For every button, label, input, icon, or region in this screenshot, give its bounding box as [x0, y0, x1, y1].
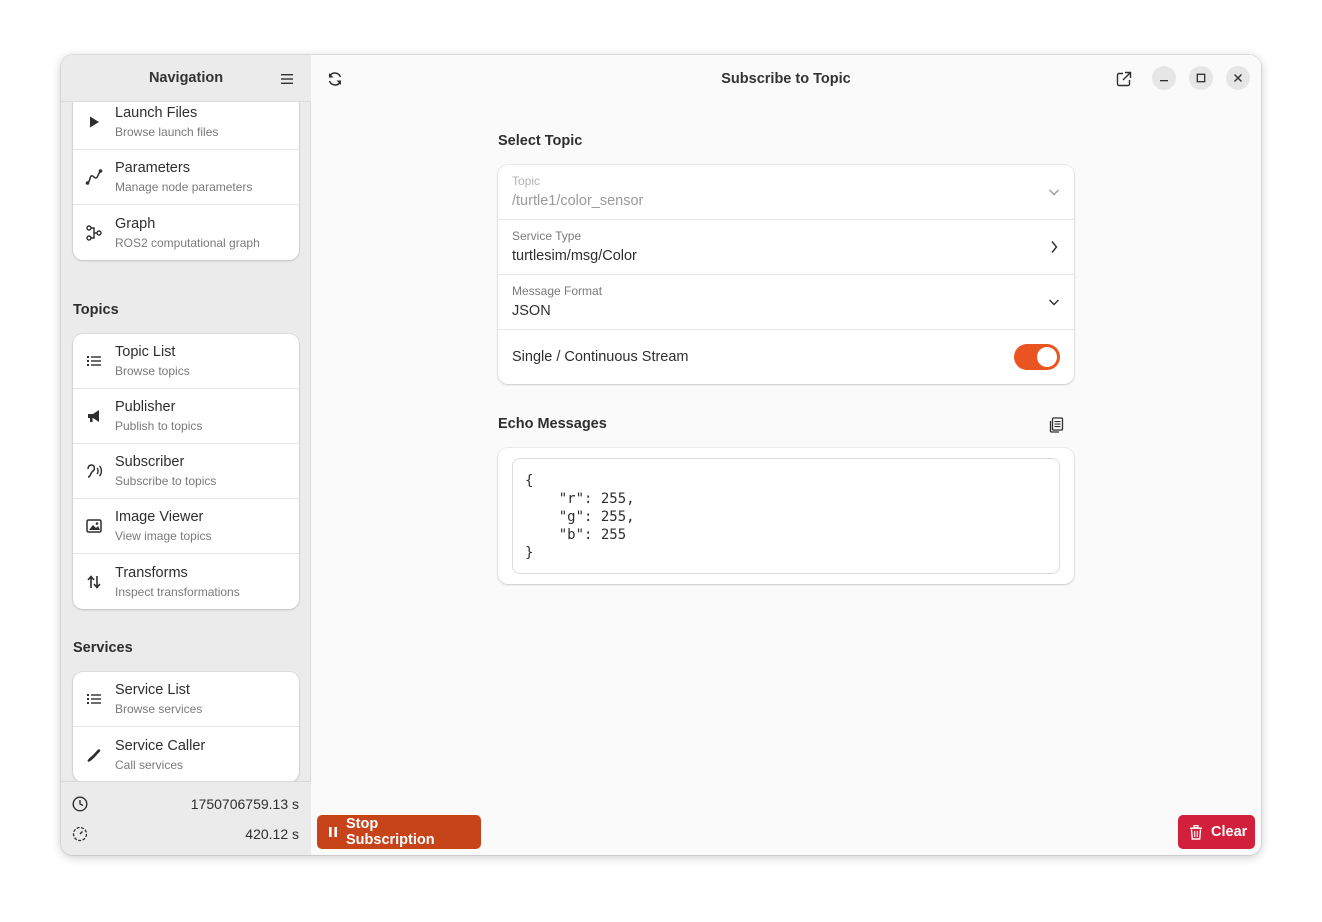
sidebar-item-label: Launch Files: [115, 105, 198, 121]
stream-toggle-label: Single / Continuous Stream: [512, 349, 689, 365]
message-format-dropdown[interactable]: Message Format JSON: [498, 275, 1074, 330]
system-time-value: 1750706759.13 s: [190, 796, 299, 812]
sidebar-item-publisher[interactable]: Publisher Publish to topics: [73, 389, 299, 444]
image-icon: [73, 519, 115, 533]
swap-arrows-icon: [73, 574, 115, 590]
parameters-curve-icon: [73, 168, 115, 186]
select-topic-title: Select Topic: [498, 133, 583, 149]
sidebar-header: Navigation: [61, 55, 311, 102]
pause-icon: [328, 826, 338, 838]
sidebar-item-label: Service Caller: [115, 737, 206, 754]
list-icon: [73, 355, 115, 367]
main-content: Subscribe to Topic Select Topic Topic /t…: [311, 55, 1261, 855]
sidebar-card-topics: Topic List Browse topics Publisher Publi…: [73, 334, 299, 609]
sidebar-item-subtitle: Browse topics: [115, 364, 190, 378]
sidebar-item-subtitle: View image topics: [115, 529, 212, 543]
sidebar-item-launch-files[interactable]: Launch Files Browse launch files: [73, 102, 299, 150]
sidebar: Navigation Launch Files Browse launch fi…: [61, 55, 311, 855]
toggle-knob: [1037, 347, 1057, 367]
play-icon: [73, 115, 115, 129]
sidebar-item-subtitle: ROS2 computational graph: [115, 235, 260, 250]
sidebar-item-graph[interactable]: Graph ROS2 computational graph: [73, 205, 299, 260]
sidebar-item-topic-list[interactable]: Topic List Browse topics: [73, 334, 299, 389]
stream-toggle-row: Single / Continuous Stream: [498, 330, 1074, 384]
topic-dropdown[interactable]: Topic /turtle1/color_sensor: [498, 165, 1074, 220]
elapsed-time-value: 420.12 s: [245, 826, 299, 842]
page-title: Subscribe to Topic: [721, 70, 851, 87]
chevron-down-icon: [1048, 185, 1060, 201]
open-external-icon[interactable]: [1114, 69, 1134, 89]
sidebar-item-label: Service List: [115, 682, 190, 698]
phone-icon: [73, 747, 115, 763]
sidebar-item-subtitle: Call services: [115, 757, 184, 772]
sidebar-item-image-viewer[interactable]: Image Viewer View image topics: [73, 499, 299, 554]
echo-messages-card: { "r": 255, "g": 255, "b": 255 }: [498, 448, 1074, 584]
sidebar-item-subtitle: Browse launch files: [115, 125, 219, 139]
sidebar-item-label: Subscriber: [115, 454, 185, 470]
stop-subscription-button[interactable]: Stop Subscription: [317, 815, 481, 849]
copy-icon[interactable]: [1047, 416, 1065, 434]
sidebar-item-subtitle: Subscribe to topics: [115, 474, 217, 488]
stream-toggle-switch[interactable]: [1014, 344, 1060, 370]
topic-label: Topic: [512, 174, 541, 188]
sidebar-title: Navigation: [148, 70, 224, 86]
close-icon[interactable]: [1226, 66, 1250, 90]
sidebar-item-service-caller[interactable]: Service Caller Call services: [73, 727, 299, 781]
stopwatch-icon: [72, 826, 88, 845]
minimize-icon[interactable]: [1152, 66, 1176, 90]
sidebar-item-label: Transforms: [115, 564, 188, 581]
sidebar-item-service-list[interactable]: Service List Browse services: [73, 672, 299, 727]
clock-icon: [72, 796, 88, 815]
sidebar-item-subscriber[interactable]: Subscriber Subscribe to topics: [73, 444, 299, 499]
sidebar-item-subtitle: Browse services: [115, 702, 203, 716]
section-title-services: Services: [73, 640, 133, 656]
sidebar-item-transforms[interactable]: Transforms Inspect transformations: [73, 554, 299, 609]
clear-label: Clear: [1211, 824, 1248, 840]
clock-row: 1750706759.13 s: [61, 789, 311, 819]
hamburger-menu-icon[interactable]: [277, 69, 297, 89]
megaphone-icon: [73, 408, 115, 424]
stop-subscription-label: Stop Subscription: [346, 816, 435, 848]
ear-listen-icon: [73, 463, 115, 479]
sidebar-scroll-area[interactable]: Launch Files Browse launch files Paramet…: [61, 102, 311, 781]
sidebar-footer: 1750706759.13 s 420.12 s: [61, 781, 311, 855]
maximize-icon[interactable]: [1189, 66, 1213, 90]
sidebar-item-label: Parameters: [115, 160, 190, 176]
select-topic-card: Topic /turtle1/color_sensor Service Type…: [498, 165, 1074, 384]
sidebar-item-label: Topic List: [115, 344, 176, 360]
service-type-value: turtlesim/msg/Color: [512, 248, 637, 264]
echo-output-text[interactable]: { "r": 255, "g": 255, "b": 255 }: [512, 458, 1060, 574]
sidebar-item-subtitle: Manage node parameters: [115, 180, 253, 194]
list-icon: [73, 693, 115, 705]
sidebar-item-label: Publisher: [115, 399, 176, 415]
main-header: Subscribe to Topic: [311, 55, 1261, 102]
sidebar-card-general: Launch Files Browse launch files Paramet…: [73, 102, 299, 260]
service-type-row[interactable]: Service Type turtlesim/msg/Color: [498, 220, 1074, 275]
sidebar-card-services: Service List Browse services Service Cal…: [73, 672, 299, 781]
echo-messages-title: Echo Messages: [498, 416, 607, 432]
elapsed-row: 420.12 s: [61, 819, 311, 849]
message-format-label: Message Format: [512, 284, 603, 298]
chevron-right-icon: [1048, 240, 1060, 257]
sidebar-item-subtitle: Publish to topics: [115, 419, 203, 433]
refresh-icon[interactable]: [325, 69, 345, 89]
clear-button[interactable]: Clear: [1178, 815, 1255, 849]
service-type-label: Service Type: [512, 229, 582, 243]
trash-icon: [1189, 824, 1203, 840]
chevron-down-icon: [1048, 295, 1060, 311]
sidebar-item-subtitle: Inspect transformations: [115, 584, 240, 599]
sidebar-item-label: Graph: [115, 215, 156, 232]
section-title-topics: Topics: [73, 302, 119, 318]
app-window: Navigation Launch Files Browse launch fi…: [61, 55, 1261, 855]
sidebar-item-label: Image Viewer: [115, 509, 204, 525]
message-format-value: JSON: [512, 303, 551, 319]
sidebar-item-parameters[interactable]: Parameters Manage node parameters: [73, 150, 299, 205]
topic-value: /turtle1/color_sensor: [512, 193, 644, 209]
graph-nodes-icon: [73, 224, 115, 242]
